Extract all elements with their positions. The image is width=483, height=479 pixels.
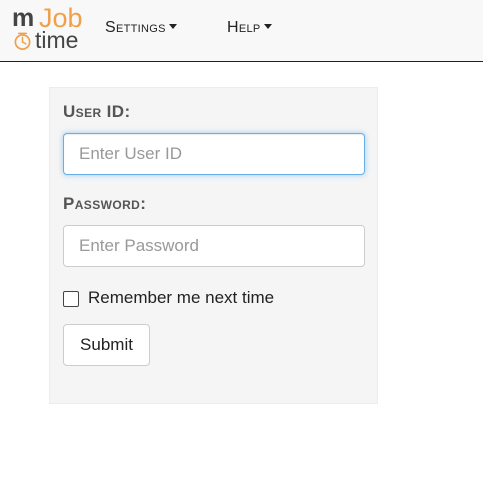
user-id-input[interactable] xyxy=(63,133,365,175)
mjobtime-logo[interactable]: m Job time xyxy=(12,4,90,54)
remember-me-checkbox[interactable] xyxy=(63,291,79,307)
password-label: Password: xyxy=(63,194,147,213)
help-menu[interactable]: Help xyxy=(227,17,272,39)
login-panel: User ID: Password: Remember me next time… xyxy=(49,87,378,404)
clock-icon xyxy=(14,32,31,50)
logo-m: m xyxy=(12,4,34,32)
logo-time: time xyxy=(35,27,79,53)
settings-menu-label: Settings xyxy=(105,19,166,36)
submit-button[interactable]: Submit xyxy=(63,324,150,366)
remember-me-label[interactable]: Remember me next time xyxy=(88,287,274,309)
caret-down-icon xyxy=(168,24,177,30)
top-navbar: m Job time Settings Help xyxy=(0,0,483,62)
password-input[interactable] xyxy=(63,225,365,267)
user-id-label: User ID: xyxy=(63,102,131,121)
settings-menu[interactable]: Settings xyxy=(105,17,177,39)
caret-down-icon xyxy=(263,24,272,30)
help-menu-label: Help xyxy=(227,19,261,36)
